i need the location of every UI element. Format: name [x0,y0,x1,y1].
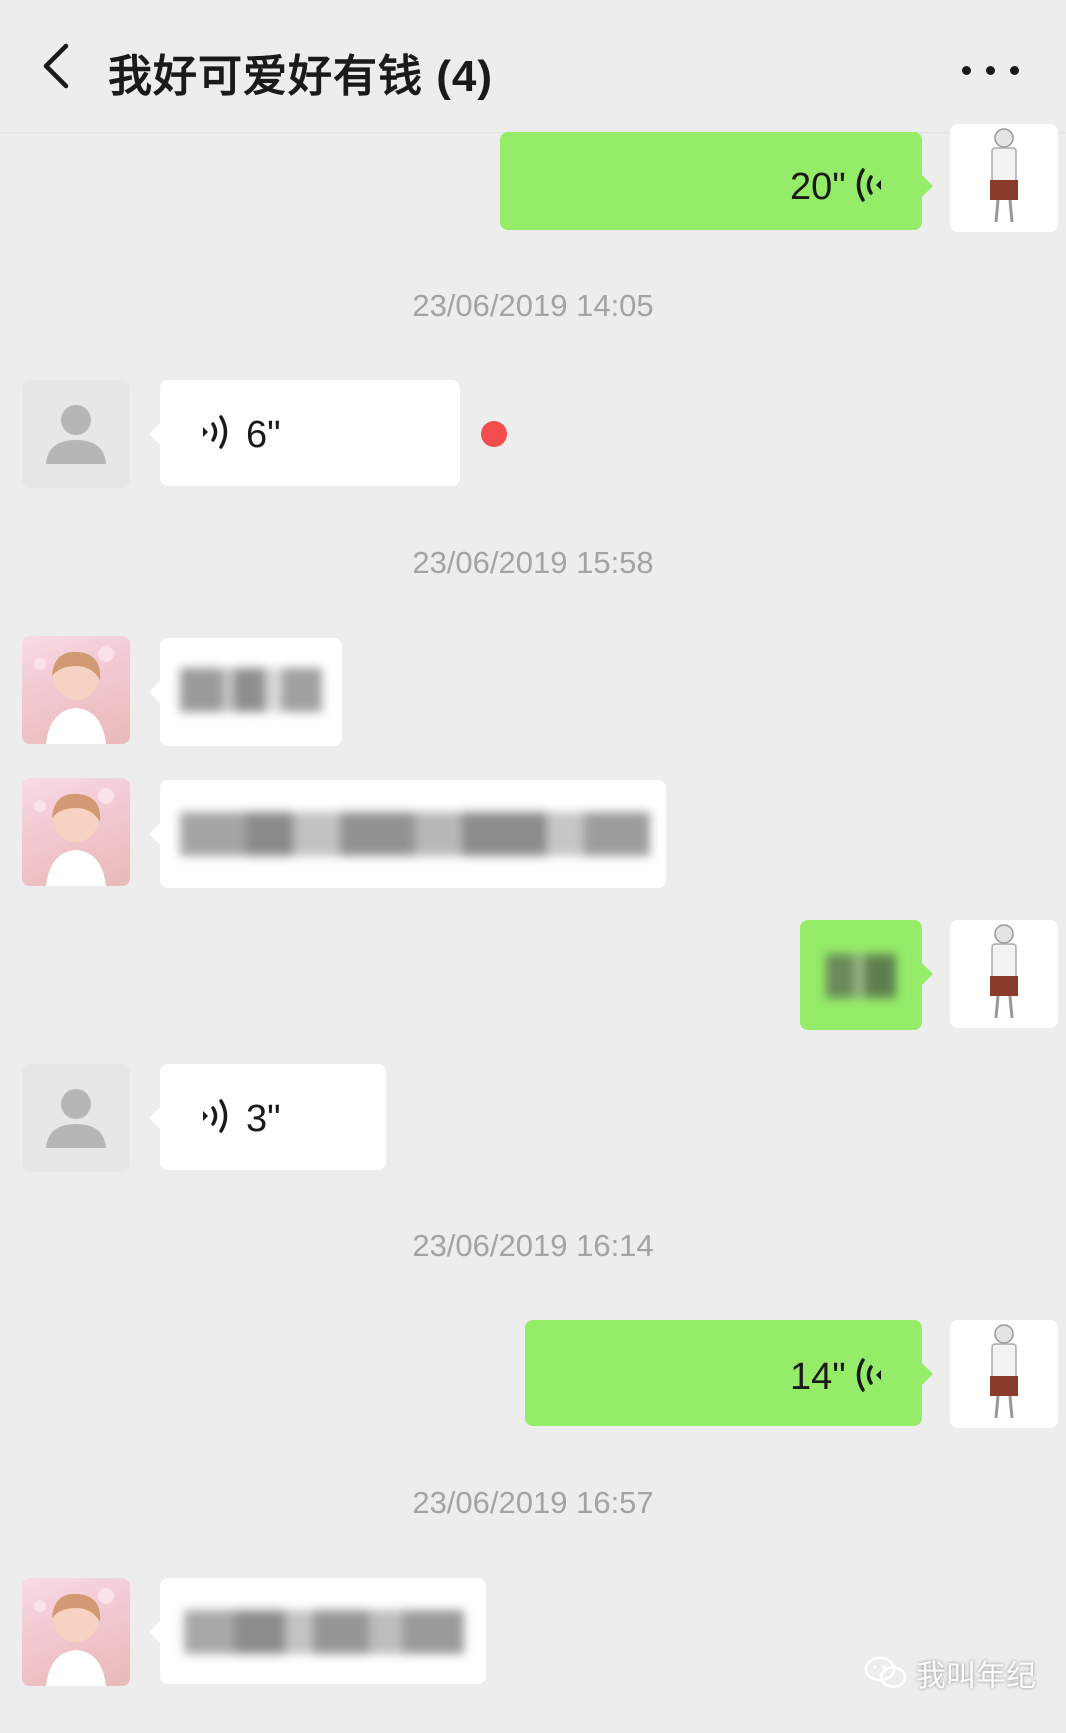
text-message-bubble[interactable] [800,920,933,1030]
self-avatar[interactable] [950,920,1058,1028]
default-user-icon [46,405,106,464]
character-figure-icon [990,1324,1018,1419]
message-timestamp: 23/06/2019 14:05 [412,288,654,323]
chat-header: 我好可爱好有钱 (4) [0,0,1066,133]
blurred-text [180,812,650,856]
voice-duration: 20" [790,166,846,208]
contact-avatar[interactable] [22,636,130,744]
voice-wave-icon [856,1358,881,1392]
voice-message-bubble[interactable]: 6" [149,380,460,486]
voice-duration: 14" [790,1356,846,1398]
text-message-bubble[interactable] [149,780,666,888]
chat-screen: 我好可爱好有钱 (4) 20" 23/06/2019 14:05 6" 23/0… [0,0,1066,1733]
message-timestamp: 23/06/2019 15:58 [412,545,654,580]
contact-avatar[interactable] [22,778,130,886]
back-button[interactable] [30,36,90,96]
message-timestamp: 23/06/2019 16:14 [412,1228,654,1263]
contact-avatar[interactable] [22,1064,130,1172]
voice-wave-icon [203,415,228,449]
girl-photo-icon [34,788,114,886]
watermark-text: 我叫年纪 [916,1660,1036,1693]
voice-message-bubble[interactable]: 14" [525,1320,933,1426]
text-message-bubble[interactable] [149,1578,486,1684]
voice-message-bubble[interactable]: 20" [500,132,933,230]
chevron-left-icon [43,43,69,89]
contact-avatar[interactable] [22,1578,130,1686]
voice-duration: 6" [246,414,281,456]
default-user-icon [46,1089,106,1148]
wechat-icon [864,1656,907,1688]
character-figure-icon [990,128,1018,223]
voice-duration: 3" [246,1098,281,1140]
blurred-text [826,954,896,998]
girl-photo-icon [34,1588,114,1686]
contact-avatar[interactable] [22,380,130,488]
voice-message-bubble[interactable]: 3" [149,1064,386,1170]
more-dots-icon [962,66,971,75]
message-timestamp: 23/06/2019 16:57 [412,1485,654,1520]
text-message-bubble[interactable] [149,638,342,746]
voice-wave-icon [203,1099,228,1133]
blurred-text [184,1610,464,1654]
chat-title: 我好可爱好有钱 (4) [108,52,493,101]
watermark: 我叫年纪 [864,1651,1036,1695]
more-button[interactable] [956,48,1026,88]
girl-photo-icon [34,646,114,744]
character-figure-icon [990,924,1018,1019]
self-avatar[interactable] [950,124,1058,232]
voice-wave-icon [856,168,881,202]
self-avatar[interactable] [950,1320,1058,1428]
unread-indicator [481,421,507,447]
blurred-text [180,668,322,712]
